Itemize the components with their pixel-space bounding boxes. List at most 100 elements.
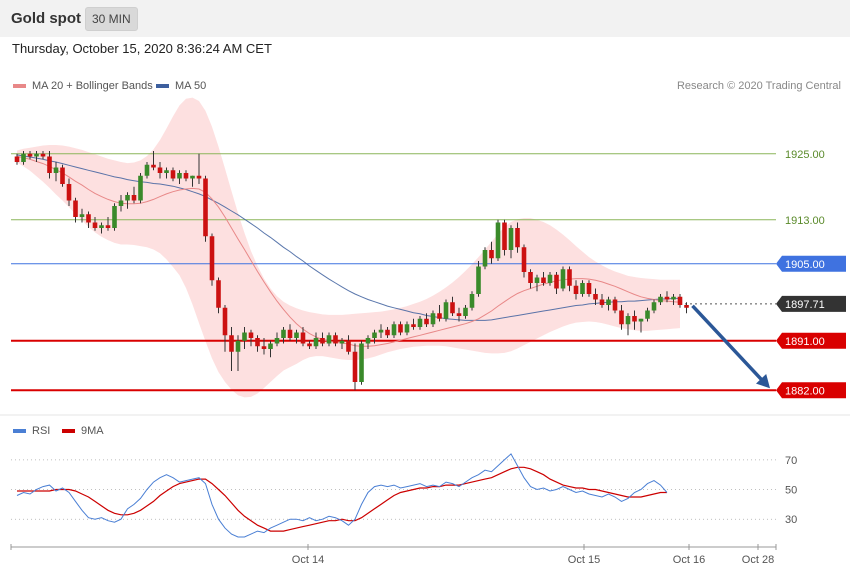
candle-body xyxy=(671,296,676,300)
rsi-9ma-line xyxy=(17,466,667,532)
forecast-arrow-shaft xyxy=(691,304,766,384)
level-tag-1925.00: 1925.00 xyxy=(785,149,825,161)
candle-body xyxy=(248,332,254,338)
candle-body xyxy=(235,340,241,352)
candle-body xyxy=(515,228,520,248)
candle-body xyxy=(638,318,644,322)
candle-body xyxy=(177,173,182,179)
candle-body xyxy=(450,302,455,314)
candle-body xyxy=(66,184,72,201)
candle-body xyxy=(489,250,494,259)
price-chart[interactable]: 1925.00 1913.00 1905.00 1897.71 1891.00 1882.… xyxy=(0,0,850,576)
candle-body xyxy=(190,175,195,179)
candle-body xyxy=(261,346,267,349)
x-tick-label: Oct 16 xyxy=(673,554,705,566)
level-tag-1891.00-label: 1891.00 xyxy=(785,336,825,348)
candle-body xyxy=(586,283,592,294)
candle-body xyxy=(242,332,247,341)
candle-body xyxy=(60,167,65,184)
candle-body xyxy=(222,307,228,336)
candle-body xyxy=(151,164,156,168)
candle-body xyxy=(404,324,410,333)
candle-body xyxy=(138,175,143,201)
candle-body xyxy=(346,340,351,352)
candle-body xyxy=(112,206,117,228)
candle-body xyxy=(209,236,215,281)
rsi-line xyxy=(16,453,668,538)
rsi-tick-label: 50 xyxy=(785,485,797,497)
candle-body xyxy=(313,338,319,347)
candle-body xyxy=(21,153,26,162)
candle-body xyxy=(40,153,46,157)
level-tag-1913.00: 1913.00 xyxy=(785,215,825,227)
candle-body xyxy=(560,269,566,289)
candle-body xyxy=(547,274,553,283)
candle-body xyxy=(274,338,280,344)
level-tag-1882.00-label: 1882.00 xyxy=(785,385,825,397)
candle-body xyxy=(73,200,78,217)
candle-body xyxy=(469,294,475,308)
candle-body xyxy=(216,280,221,308)
candle-body xyxy=(359,343,364,382)
x-tick-label: Oct 14 xyxy=(292,554,324,566)
candle-body xyxy=(92,222,98,228)
candle-body xyxy=(34,153,39,157)
candle-body xyxy=(157,167,163,173)
candle-body xyxy=(482,250,488,267)
candle-body xyxy=(125,195,130,201)
candle-body xyxy=(268,343,273,349)
candle-body xyxy=(677,296,683,305)
level-tag-1897.71: 1897.71 xyxy=(776,295,846,312)
candle-body xyxy=(534,277,540,283)
candle-body xyxy=(606,299,611,305)
candle-body xyxy=(508,228,514,250)
candle-body xyxy=(619,310,624,325)
candle-body xyxy=(144,164,150,176)
candle-body xyxy=(203,178,208,237)
candle-body xyxy=(651,302,657,311)
candle-body xyxy=(287,329,293,338)
candle-body xyxy=(255,338,260,347)
x-tick-label: Oct 28 xyxy=(742,554,774,566)
candle-body xyxy=(443,302,449,319)
level-tag-1905.00-label: 1905.00 xyxy=(785,259,825,271)
x-tick-label: Oct 15 xyxy=(568,554,600,566)
candle-body xyxy=(573,285,579,294)
candle-body xyxy=(664,296,670,300)
candle-body xyxy=(437,313,442,319)
candle-body xyxy=(593,294,598,300)
candle-body xyxy=(378,329,384,333)
candle-body xyxy=(541,277,546,283)
candle-body xyxy=(495,222,501,259)
candle-body xyxy=(170,170,176,179)
candle-body xyxy=(554,274,559,289)
candle-body xyxy=(320,338,325,344)
level-tag-1897.71-label: 1897.71 xyxy=(785,299,825,311)
candle-body xyxy=(385,329,390,336)
candle-body xyxy=(281,329,286,338)
candle-body xyxy=(580,283,585,294)
candle-body xyxy=(118,200,124,206)
candle-body xyxy=(183,173,189,179)
candle-body xyxy=(86,214,91,223)
candle-body xyxy=(684,305,689,308)
candle-body xyxy=(352,351,358,382)
candle-body xyxy=(632,316,637,322)
rsi-tick-label: 70 xyxy=(785,455,797,467)
candle-body xyxy=(307,343,312,347)
candle-body xyxy=(99,225,104,228)
candle-body xyxy=(528,272,533,283)
candle-body xyxy=(599,299,605,305)
candle-body xyxy=(430,313,436,325)
candle-body xyxy=(521,247,527,272)
candle-body xyxy=(164,170,169,173)
candle-body xyxy=(47,156,52,173)
candle-body xyxy=(27,153,33,157)
candle-body xyxy=(398,324,403,333)
candle-body xyxy=(339,340,345,344)
candle-body xyxy=(131,195,137,201)
candle-body xyxy=(365,338,371,344)
candle-body xyxy=(625,316,631,325)
level-tag-1882.00: 1882.00 xyxy=(776,382,846,399)
candle-body xyxy=(456,313,462,316)
